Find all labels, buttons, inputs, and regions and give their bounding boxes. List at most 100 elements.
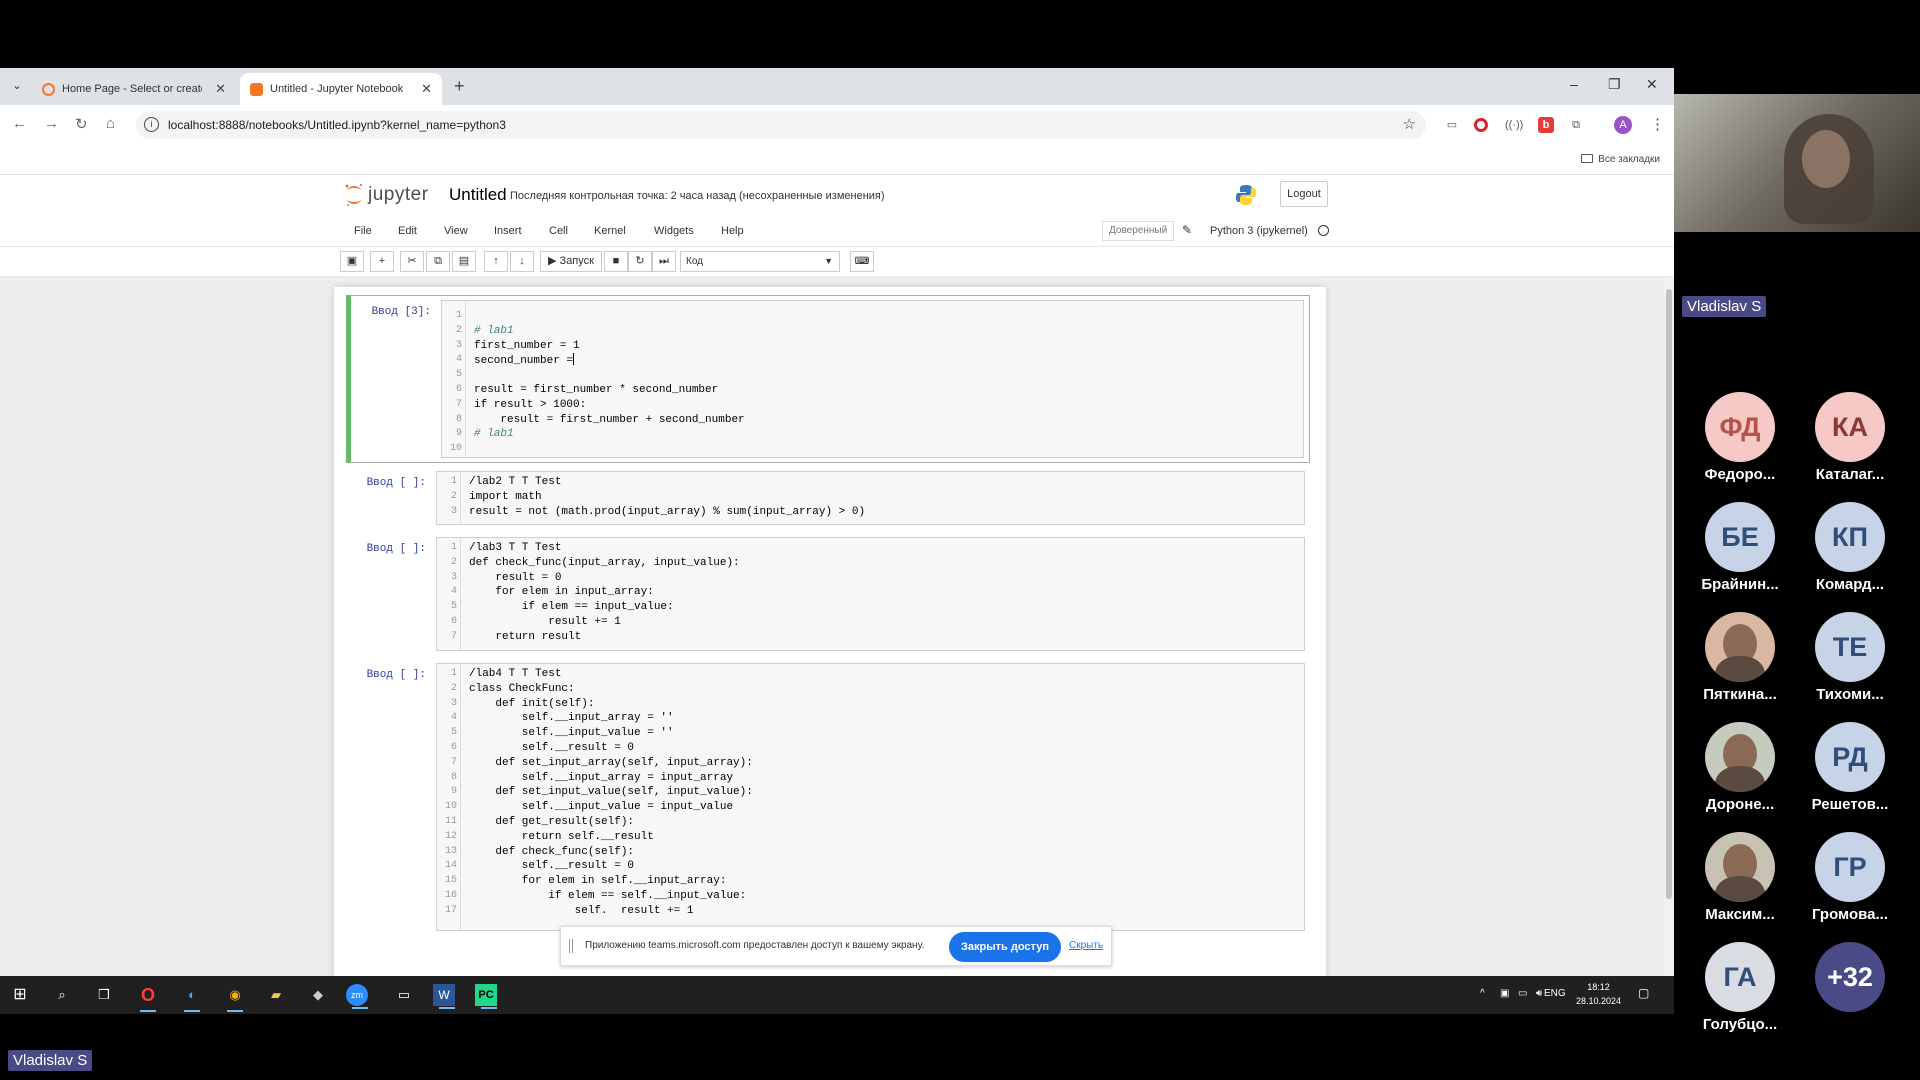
code-line[interactable]: 5 self.__input_value = '' [437, 726, 1304, 741]
code-line[interactable]: 15 for elem in self.__input_array: [437, 874, 1304, 889]
code-cell[interactable]: Ввод [ ]: 1/lab3 T T Test 2 def check_func… [346, 533, 1310, 653]
app-icon-edge[interactable]: ◐ [178, 981, 206, 1012]
system-clock[interactable]: 18:12 28.10.2024 [1576, 980, 1621, 1008]
code-line[interactable]: 17 self. result += 1 [437, 904, 1304, 919]
volume-icon[interactable]: 🔊︎ [1536, 988, 1542, 999]
participant-tile[interactable]: КА Каталаг... [1800, 392, 1900, 483]
close-tab-icon[interactable]: ✕ [421, 73, 432, 105]
word-app-icon[interactable]: W [433, 984, 455, 1009]
copy-icon[interactable]: ⧉ [426, 251, 450, 272]
save-icon[interactable]: ▣ [340, 251, 364, 272]
search-icon[interactable]: ⌕ [48, 981, 76, 1009]
code-line[interactable]: 6 result += 1 [437, 615, 1304, 630]
participant-tile[interactable]: КП Комард... [1800, 502, 1900, 593]
code-line[interactable]: 1/lab2 T T Test [437, 475, 1304, 490]
cell-type-select[interactable]: Код ▼ [680, 251, 840, 272]
restart-run-all-icon[interactable]: ⏭ [652, 251, 676, 272]
menu-kernel[interactable]: Kernel [594, 225, 626, 237]
network-icon[interactable]: ▭ [1518, 988, 1527, 999]
bookmark-star-icon[interactable]: ☆ [1403, 115, 1416, 133]
file-explorer-icon[interactable]: ▰ [262, 981, 290, 1009]
code-line[interactable]: 7 return result [437, 630, 1304, 645]
opera-extension-icon[interactable] [1474, 118, 1488, 132]
run-button[interactable]: ▶ Запуск [540, 251, 602, 272]
reload-icon[interactable]: ↻ [75, 115, 88, 133]
drag-handle-icon[interactable] [569, 939, 573, 953]
code-line[interactable]: 9 def set_input_value(self, input_value)… [437, 785, 1304, 800]
task-view-icon[interactable]: ❒ [90, 981, 118, 1009]
tray-chevron-icon[interactable]: ^ [1480, 988, 1485, 999]
code-line[interactable]: 1/lab3 T T Test [437, 541, 1304, 556]
broadcast-extension-icon[interactable]: ((·)) [1505, 117, 1523, 133]
code-line[interactable]: 1/lab4 T T Test [437, 667, 1304, 682]
cast-icon[interactable]: ▭ [1444, 117, 1460, 133]
menu-view[interactable]: View [444, 225, 468, 237]
code-cell[interactable]: Ввод [ ]: 1/lab2 T T Test 2 import math 3 re… [346, 467, 1310, 527]
participant-tile[interactable]: БЕ Брайнин... [1690, 502, 1790, 593]
code-line[interactable]: 3 result = not (math.prod(input_array) % … [437, 505, 1304, 520]
code-line[interactable]: 2 import math [437, 490, 1304, 505]
close-window-icon[interactable]: ✕ [1646, 76, 1658, 93]
notebook-title[interactable]: Untitled [449, 185, 507, 205]
opera-app-icon[interactable]: O [134, 981, 162, 1012]
code-line[interactable]: 8 self.__input_array = input_array [437, 771, 1304, 786]
terminal-icon[interactable]: ▭ [390, 981, 418, 1009]
code-line[interactable]: 12 return self.__result [437, 830, 1304, 845]
participant-tile[interactable]: ФД Федоро... [1690, 392, 1790, 483]
participant-tile[interactable]: Дороне... [1690, 722, 1790, 813]
add-cell-icon[interactable]: + [370, 251, 394, 272]
notifications-icon[interactable]: ▢ [1638, 986, 1649, 1000]
keyboard-icon[interactable]: ⌨ [850, 251, 874, 272]
browser-tab-notebook[interactable]: Untitled - Jupyter Notebook ✕ [240, 73, 442, 105]
participant-tile[interactable]: ГР Громова... [1800, 832, 1900, 923]
cut-icon[interactable]: ✂ [400, 251, 424, 272]
restart-icon[interactable]: ↻ [628, 251, 652, 272]
url-text[interactable]: localhost:8888/notebooks/Untitled.ipynb?… [168, 118, 506, 132]
code-line[interactable]: 11 def get_result(self): [437, 815, 1304, 830]
hide-banner-link[interactable]: Скрыть [1069, 940, 1103, 951]
tab-search-icon[interactable]: ⌄ [8, 77, 26, 95]
code-line[interactable]: 4 for elem in input_array: [437, 585, 1304, 600]
page-scrollbar[interactable] [1664, 277, 1674, 1014]
browser-tab-home[interactable]: Home Page - Select or create a ✕ [32, 73, 236, 105]
code-line[interactable]: 5 if elem == input_value: [437, 600, 1304, 615]
menu-help[interactable]: Help [721, 225, 744, 237]
logout-button[interactable]: Logout [1280, 181, 1328, 207]
address-bar[interactable]: i localhost:8888/notebooks/Untitled.ipyn… [136, 111, 1426, 139]
new-tab-icon[interactable]: + [454, 76, 465, 97]
language-indicator[interactable]: ENG [1544, 988, 1566, 999]
code-editor[interactable]: 1 2 # lab1 3 first_number = 1 4 second_number … [441, 300, 1304, 458]
jupyter-logo-text[interactable]: jupyter [368, 184, 429, 206]
restore-icon[interactable]: ❐ [1608, 76, 1621, 93]
chrome-app-icon[interactable]: ◉ [221, 981, 249, 1012]
code-cell[interactable]: Ввод [3]: 1 2 # lab1 3 first_number = 1 4 seco… [346, 295, 1310, 463]
back-icon[interactable]: ← [12, 115, 27, 132]
menu-edit[interactable]: Edit [398, 225, 417, 237]
code-line[interactable]: 2 # lab1 [442, 324, 1303, 339]
all-bookmarks-button[interactable]: Все закладки [1581, 154, 1660, 165]
minimize-icon[interactable]: – [1570, 76, 1578, 92]
code-line[interactable]: 6 self.__result = 0 [437, 741, 1304, 756]
home-icon[interactable]: ⌂ [106, 115, 115, 132]
participant-tile[interactable]: Максим... [1690, 832, 1790, 923]
app-icon-shield[interactable]: ◆ [304, 981, 332, 1009]
code-line[interactable]: 14 self.__result = 0 [437, 859, 1304, 874]
pycharm-app-icon[interactable]: PC [475, 984, 497, 1009]
code-line[interactable]: 10 [442, 442, 1303, 457]
participant-tile[interactable]: +32 [1800, 942, 1900, 1012]
presenter-video[interactable] [1674, 94, 1920, 232]
scrollbar-thumb[interactable] [1666, 289, 1672, 899]
move-up-icon[interactable]: ↑ [484, 251, 508, 272]
participant-tile[interactable]: ГА Голубцо... [1690, 942, 1790, 1033]
code-cell[interactable]: Ввод [ ]: 1/lab4 T T Test 2 class CheckFun… [346, 659, 1310, 949]
menu-file[interactable]: File [354, 225, 372, 237]
participant-tile[interactable]: Пяткина... [1690, 612, 1790, 703]
profile-avatar[interactable]: A [1614, 116, 1632, 134]
jupyter-logo-icon[interactable] [344, 182, 364, 208]
code-line[interactable]: 10 self.__input_value = input_value [437, 800, 1304, 815]
code-editor[interactable]: 1/lab2 T T Test 2 import math 3 result = not… [436, 471, 1305, 525]
windows-start-icon[interactable]: ⊞ [6, 981, 34, 1009]
code-editor[interactable]: 1/lab4 T T Test 2 class CheckFunc: 3 def in… [436, 663, 1305, 931]
b-extension-icon[interactable]: b [1538, 117, 1554, 133]
code-line[interactable]: 3 first_number = 1 [442, 339, 1303, 354]
